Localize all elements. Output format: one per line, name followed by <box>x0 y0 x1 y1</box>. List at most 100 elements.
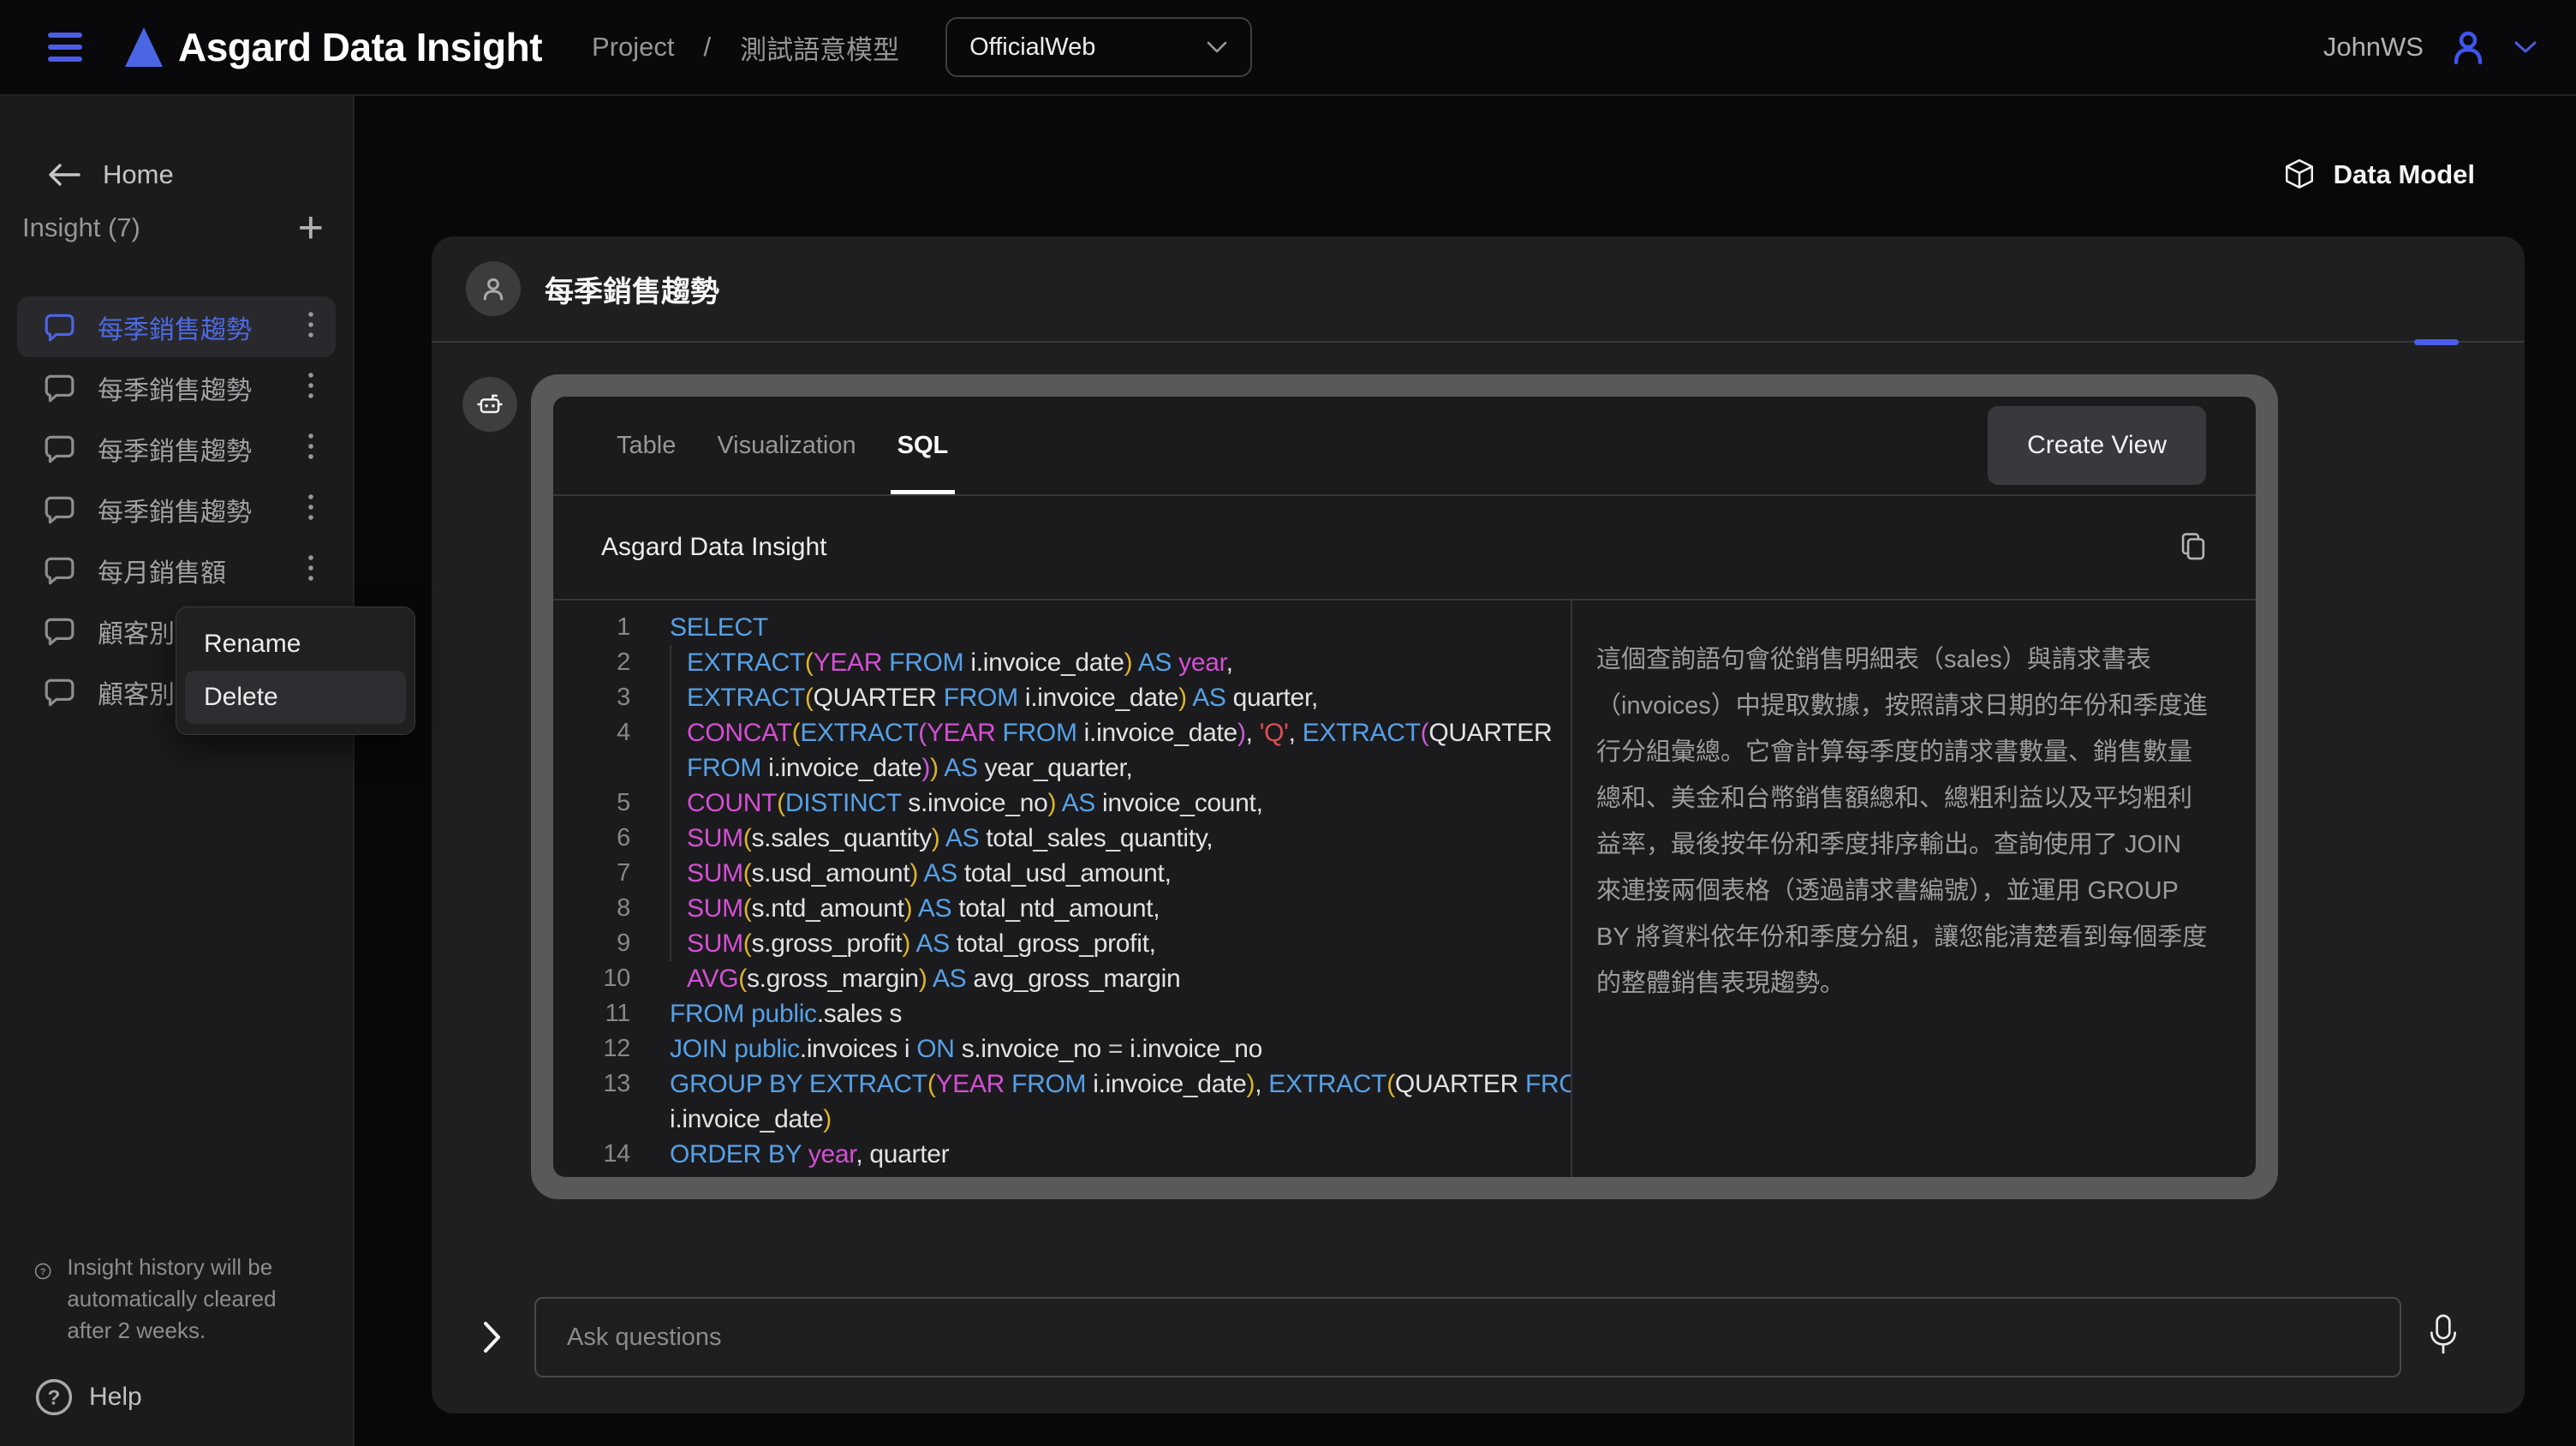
sql-explanation: 這個查詢語句會從銷售明細表（sales）與請求書表（invoices）中提取數據… <box>1572 601 2256 1177</box>
copy-icon[interactable] <box>2179 531 2208 564</box>
chevron-down-icon <box>1206 40 1228 54</box>
code-line: 12JOIN public.invoices i ON s.invoice_no… <box>553 1031 1571 1067</box>
item-menu-button[interactable] <box>307 553 315 587</box>
history-note-text: Insight history will be automatically cl… <box>67 1252 317 1347</box>
chat-bubble-icon <box>43 616 75 647</box>
item-menu-button[interactable] <box>307 432 315 465</box>
code-line: FROM i.invoice_date)) AS year_quarter, <box>553 750 1571 786</box>
bot-avatar <box>462 377 517 432</box>
data-model-label: Data Model <box>2334 159 2475 190</box>
back-arrow-icon <box>46 162 82 188</box>
ask-row <box>432 1297 2525 1377</box>
robot-icon <box>474 389 505 420</box>
code-line: 13GROUP BY EXTRACT(YEAR FROM i.invoice_d… <box>553 1067 1571 1102</box>
item-menu-button[interactable] <box>307 310 315 344</box>
indent-guide <box>670 645 671 961</box>
ask-input[interactable] <box>534 1297 2401 1377</box>
code-line: 14ORDER BY year, quarter <box>553 1137 1571 1172</box>
sidebar-item-label: 每季銷售趨勢 <box>98 308 252 346</box>
user-icon[interactable] <box>2448 27 2489 68</box>
card-panel-title: Asgard Data Insight <box>601 533 826 562</box>
mic-icon[interactable] <box>2425 1312 2461 1360</box>
card-title-row: Asgard Data Insight <box>553 496 2256 599</box>
code-line: 4CONCAT(EXTRACT(YEAR FROM i.invoice_date… <box>553 715 1571 750</box>
response-card-inner: Table Visualization SQL Create View Asgard … <box>553 397 2256 1177</box>
data-model-cube-icon <box>2282 158 2317 192</box>
context-menu: Rename Delete <box>176 606 415 735</box>
chat-bubble-icon <box>43 677 75 708</box>
workspace-select-value: OfficialWeb <box>969 33 1095 62</box>
topbar-user-area: JohnWS <box>2323 27 2538 68</box>
code-line: 7SUM(s.usd_amount) AS total_usd_amount, <box>553 856 1571 891</box>
help-button[interactable]: ? Help <box>34 1377 142 1417</box>
sidebar-home[interactable]: Home <box>46 159 174 190</box>
sql-code: 1SELECT2EXTRACT(YEAR FROM i.invoice_date… <box>553 601 1572 1177</box>
chevron-down-icon[interactable] <box>2513 39 2538 55</box>
tabs: Table Visualization SQL Create View <box>553 397 2256 494</box>
svg-text:?: ? <box>40 1267 46 1277</box>
breadcrumb: Project / 測試語意模型 <box>592 28 899 67</box>
code-line: 2EXTRACT(YEAR FROM i.invoice_date) AS ye… <box>553 645 1571 680</box>
hamburger-icon[interactable] <box>48 33 82 62</box>
app-screen: Asgard Data Insight Project / 測試語意模型 Off… <box>0 0 2576 1446</box>
insight-section-header: Insight (7) + <box>22 211 324 245</box>
response-card: Table Visualization SQL Create View Asgard … <box>531 374 2278 1199</box>
scroll-indicator[interactable] <box>2414 339 2459 345</box>
avatar <box>466 261 521 316</box>
breadcrumb-section[interactable]: Project <box>592 32 674 63</box>
item-menu-button[interactable] <box>307 493 315 526</box>
code-line: 8SUM(s.ntd_amount) AS total_ntd_amount, <box>553 891 1571 926</box>
code-line: 1SELECT <box>553 610 1571 645</box>
person-icon <box>478 273 509 304</box>
main-area: Data Model 每季銷售趨勢 Table Visualization SQL C… <box>355 96 2576 1446</box>
history-note: ? Insight history will be automatically … <box>34 1252 317 1347</box>
expand-chevron-icon[interactable] <box>481 1319 504 1355</box>
kebab-menu-icon[interactable] <box>307 553 315 583</box>
sidebar-item[interactable]: 每季銷售趨勢 <box>17 418 336 479</box>
plus-icon[interactable]: + <box>298 211 324 245</box>
chat-bubble-icon <box>43 555 75 586</box>
sidebar-item[interactable]: 每季銷售趨勢 <box>17 357 336 418</box>
sidebar: Home Insight (7) + 每季銷售趨勢每季銷售趨勢每季銷售趨勢每季銷… <box>0 96 355 1446</box>
kebab-menu-icon[interactable] <box>307 432 315 461</box>
chat-bubble-icon <box>43 312 75 343</box>
insight-section-label: Insight (7) <box>22 212 140 243</box>
tab-sql[interactable]: SQL <box>897 397 949 494</box>
breadcrumb-page[interactable]: 測試語意模型 <box>740 28 899 67</box>
code-line: 6SUM(s.sales_quantity) AS total_sales_qu… <box>553 821 1571 856</box>
create-view-button[interactable]: Create View <box>1988 406 2206 485</box>
chat-panel: 每季銷售趨勢 Table Visualization SQL Create View … <box>432 236 2525 1413</box>
app-title: Asgard Data Insight <box>178 24 542 70</box>
tab-visualization[interactable]: Visualization <box>717 397 856 494</box>
code-line: i.invoice_date) <box>553 1102 1571 1137</box>
kebab-menu-icon[interactable] <box>307 310 315 339</box>
workspace-select[interactable]: OfficialWeb <box>945 17 1252 77</box>
code-line: 10AVG(s.gross_margin) AS avg_gross_margi… <box>553 961 1571 996</box>
code-line: 11FROM public.sales s <box>553 996 1571 1031</box>
chat-header: 每季銷售趨勢 <box>432 236 2525 343</box>
code-area: 1SELECT2EXTRACT(YEAR FROM i.invoice_date… <box>553 601 2256 1177</box>
tab-table[interactable]: Table <box>617 397 676 494</box>
svg-text:?: ? <box>48 1387 61 1410</box>
context-menu-rename[interactable]: Rename <box>185 618 406 671</box>
sidebar-item[interactable]: 每季銷售趨勢 <box>17 296 336 357</box>
kebab-menu-icon[interactable] <box>307 493 315 522</box>
breadcrumb-separator: / <box>704 32 712 63</box>
question-circle-icon: ? <box>34 1252 51 1291</box>
item-menu-button[interactable] <box>307 371 315 404</box>
chat-bubble-icon <box>43 433 75 464</box>
kebab-menu-icon[interactable] <box>307 371 315 400</box>
chat-bubble-icon <box>43 494 75 525</box>
sidebar-item[interactable]: 每季銷售趨勢 <box>17 479 336 540</box>
logo-triangle <box>125 27 163 67</box>
sidebar-item-label: 每月銷售額 <box>98 552 226 589</box>
question-circle-icon: ? <box>34 1377 74 1417</box>
code-line: 5COUNT(DISTINCT s.invoice_no) AS invoice… <box>553 786 1571 821</box>
sidebar-item[interactable]: 每月銷售額 <box>17 540 336 601</box>
sidebar-item-label: 每季銷售趨勢 <box>98 491 252 529</box>
sidebar-item-label: 每季銷售趨勢 <box>98 369 252 407</box>
context-menu-delete[interactable]: Delete <box>185 671 406 724</box>
topbar: Asgard Data Insight Project / 測試語意模型 Off… <box>0 0 2576 96</box>
code-line: 3EXTRACT(QUARTER FROM i.invoice_date) AS… <box>553 680 1571 715</box>
data-model-button[interactable]: Data Model <box>2282 158 2475 192</box>
